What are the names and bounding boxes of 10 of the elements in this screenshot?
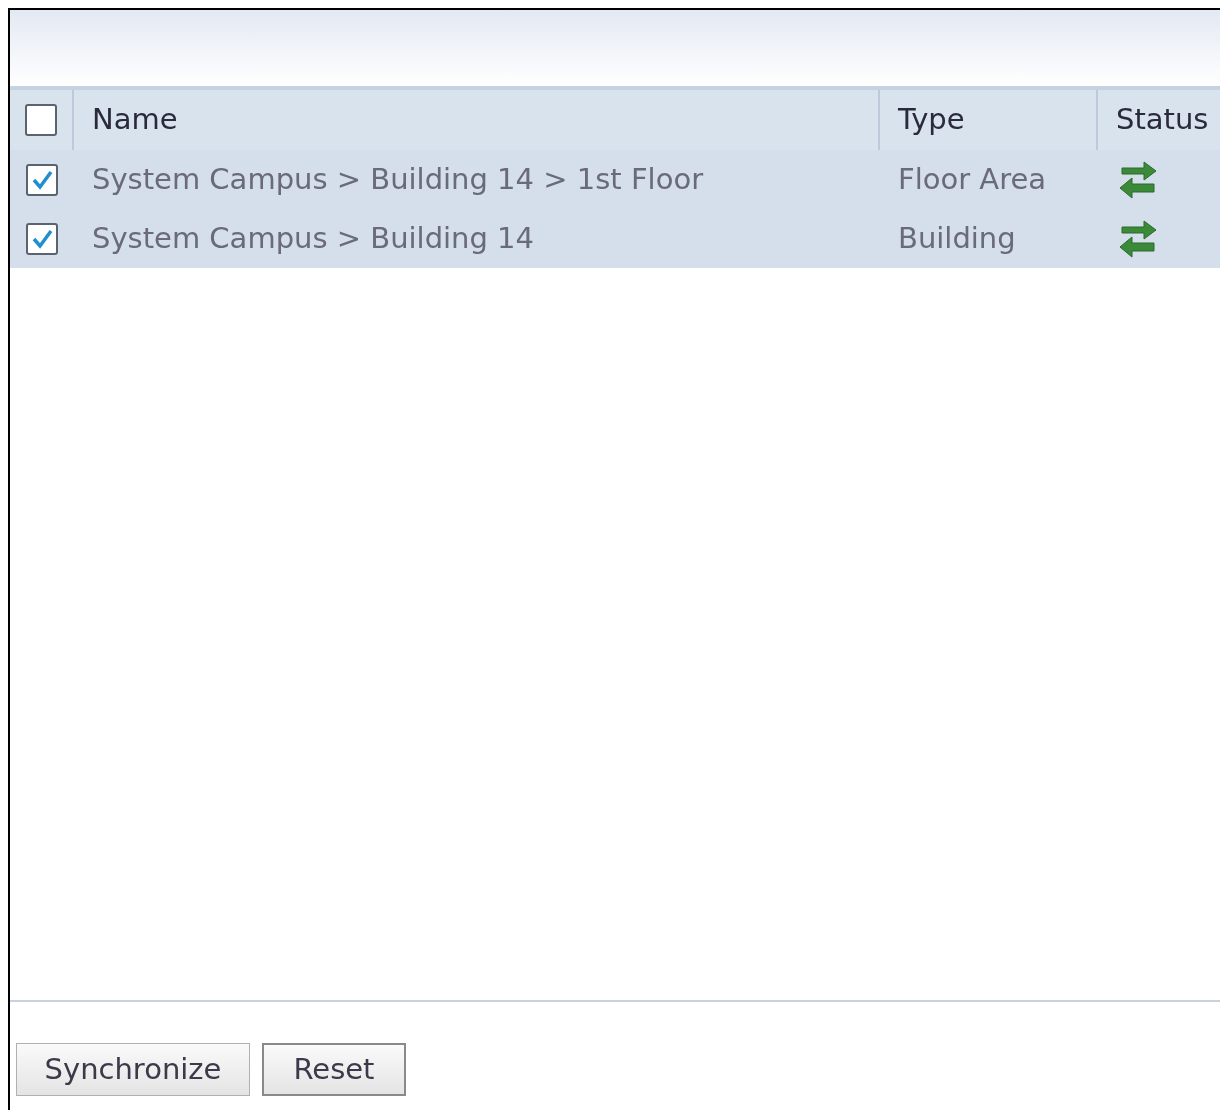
table-cell-text: System Campus > Building 14 > 1st Floor — [92, 160, 704, 198]
table-cell-text: System Campus > Building 14 — [92, 219, 535, 257]
table-cell-text: Building — [898, 219, 1016, 257]
column-header[interactable]: Status — [1098, 90, 1220, 150]
table-cell-text: Floor Area — [898, 160, 1047, 198]
action-button[interactable]: Synchronize — [16, 1043, 250, 1096]
checkbox[interactable] — [25, 104, 57, 136]
action-button[interactable]: Reset — [262, 1043, 406, 1096]
checkbox[interactable] — [26, 163, 58, 196]
checkbox[interactable] — [26, 222, 58, 255]
